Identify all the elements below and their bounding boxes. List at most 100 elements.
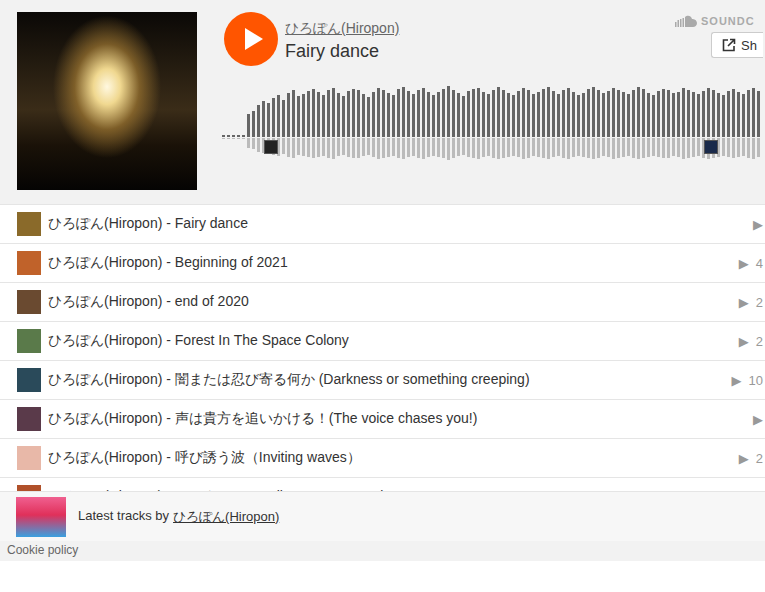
waveform-bar (602, 93, 605, 137)
waveform-bar (717, 93, 720, 137)
track-label: ひろぽん(Hiropon) - end of 2020 (48, 293, 732, 311)
waveform-top (222, 85, 765, 137)
waveform-bar (417, 90, 420, 137)
waveform-bar (642, 138, 645, 158)
waveform-bar (677, 92, 680, 137)
waveform-bar (397, 138, 400, 158)
comment-avatar[interactable] (264, 140, 278, 154)
waveform-bar (592, 87, 595, 137)
waveform-bar (277, 95, 280, 137)
player-header: ひろぽん(Hiropon) Fairy dance SOUNDC Sh (0, 0, 765, 205)
track-play-icon[interactable]: ▶ (753, 217, 763, 232)
user-link[interactable]: ひろぽん(Hiropon) (173, 508, 279, 526)
footer-text: Latest tracks byひろぽん(Hiropon) (78, 508, 279, 526)
waveform-bar (462, 138, 465, 155)
waveform-bar (322, 138, 325, 156)
track-thumbnail (17, 485, 41, 491)
waveform-bar (377, 138, 380, 159)
waveform-bar (752, 88, 755, 137)
waveform-bar (637, 138, 640, 159)
waveform-bar (302, 94, 305, 137)
track-row[interactable]: ひろぽん(Hiropon) - Forest In The Space Colo… (0, 322, 765, 361)
waveform-bar (527, 90, 530, 137)
waveform-bar (737, 138, 740, 157)
comment-avatar[interactable] (704, 140, 718, 154)
waveform-bar (602, 138, 605, 156)
waveform-bar (252, 111, 255, 137)
waveform-bar (567, 88, 570, 137)
waveform-bar (582, 138, 585, 157)
share-icon (722, 38, 736, 52)
waveform-bar (377, 88, 380, 137)
waveform-bar (387, 93, 390, 137)
track-row[interactable]: ひろぽん(Hiropon) - ハロウィン（Halloween）- Dr. Mi… (0, 478, 765, 491)
waveform-bar (512, 95, 515, 137)
cookie-policy-link[interactable]: Cookie policy (7, 543, 78, 557)
track-row[interactable]: ひろぽん(Hiropon) - Fairy dance▶ (0, 205, 765, 244)
waveform-bar (597, 90, 600, 137)
waveform-bar (477, 138, 480, 159)
waveform-bar (697, 94, 700, 137)
waveform-bar (537, 92, 540, 137)
waveform-bar (427, 92, 430, 137)
waveform-bar (402, 87, 405, 137)
waveform-bar (492, 90, 495, 137)
waveform-bar (442, 89, 445, 137)
track-play-icon[interactable]: ▶ (753, 490, 763, 492)
waveform-bar (467, 91, 470, 137)
user-avatar[interactable] (16, 497, 66, 537)
track-play-icon[interactable]: ▶ (739, 334, 749, 349)
track-play-icon[interactable]: ▶ (739, 295, 749, 310)
track-end: ▶ (753, 217, 763, 232)
waveform-bar (437, 138, 440, 157)
waveform-bar (482, 92, 485, 137)
waveform-bar (522, 88, 525, 137)
waveform-bar (317, 92, 320, 137)
waveform-bar (612, 88, 615, 137)
waveform-bar (712, 90, 715, 137)
waveform-bar (227, 138, 230, 139)
waveform-bar (362, 138, 365, 156)
waveform-bar (597, 138, 600, 158)
waveform-bar (252, 138, 255, 149)
waveform-bar (292, 90, 295, 137)
waveform-bar (312, 138, 315, 158)
waveform-bar (542, 89, 545, 137)
track-play-icon[interactable]: ▶ (753, 412, 763, 427)
waveform-bar (632, 90, 635, 137)
waveform-bar (467, 138, 470, 157)
player-main: ひろぽん(Hiropon) Fairy dance SOUNDC Sh (222, 12, 765, 190)
waveform-bar (352, 89, 355, 137)
waveform-bar (547, 138, 550, 159)
track-row[interactable]: ひろぽん(Hiropon) - 声は貴方を追いかける！(The voice ch… (0, 400, 765, 439)
waveform-bar (367, 97, 370, 137)
waveform-bar (402, 138, 405, 159)
waveform-bar (247, 114, 250, 137)
track-play-icon[interactable]: ▶ (739, 256, 749, 271)
waveform-bar (257, 105, 260, 137)
soundcloud-logo[interactable]: SOUNDC (675, 15, 755, 27)
track-row[interactable]: ひろぽん(Hiropon) - 呼び誘う波（Inviting waves）▶2 (0, 439, 765, 478)
waveform-bar (507, 138, 510, 157)
share-button[interactable]: Sh (711, 32, 763, 58)
waveform-bar (372, 92, 375, 137)
waveform-bar (752, 138, 755, 159)
waveform-bar (642, 89, 645, 137)
track-thumbnail (17, 446, 41, 470)
track-title: Fairy dance (285, 40, 708, 62)
waveform-bar (232, 135, 235, 137)
waveform-bar (357, 138, 360, 158)
waveform[interactable] (222, 85, 765, 161)
waveform-bar (497, 87, 500, 137)
waveform-bar (667, 90, 670, 137)
waveform-bar (347, 138, 350, 157)
track-row[interactable]: ひろぽん(Hiropon) - Beginning of 2021▶4 (0, 244, 765, 283)
track-row[interactable]: ひろぽん(Hiropon) - 闇または忍び寄る何か (Darkness or … (0, 361, 765, 400)
play-button[interactable] (224, 12, 278, 66)
track-play-icon[interactable]: ▶ (732, 373, 742, 388)
waveform-bar (352, 138, 355, 158)
artist-link[interactable]: ひろぽん(Hiropon) (285, 20, 708, 37)
track-row[interactable]: ひろぽん(Hiropon) - end of 2020▶2 (0, 283, 765, 322)
track-play-icon[interactable]: ▶ (739, 451, 749, 466)
waveform-bar (232, 138, 235, 139)
